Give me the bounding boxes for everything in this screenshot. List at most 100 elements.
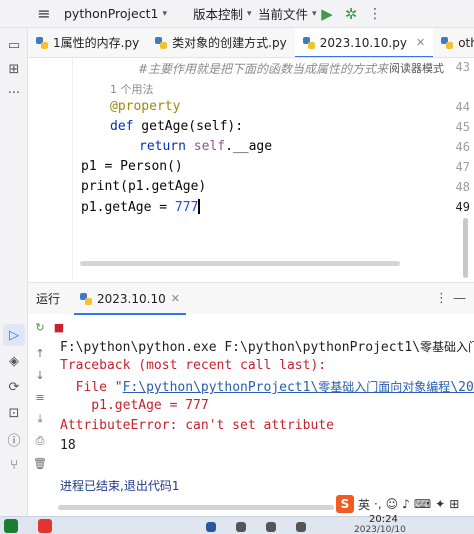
run-tool-icon[interactable]: ▷ [3, 324, 25, 346]
punctuation-icon[interactable]: ·, [374, 497, 382, 511]
tab-file-2[interactable]: 类对象的创建方式.py [147, 28, 295, 57]
line-number-current: 49 [455, 200, 470, 214]
scroll-to-end-icon[interactable]: ⤓ [31, 410, 49, 428]
line-number: 48 [455, 180, 470, 194]
minimize-icon[interactable]: — [453, 291, 466, 306]
folder-icon[interactable]: ▭ [3, 34, 25, 56]
left-tool-strip: ▭ ⊞ ··· ▷ ◈ ⟳ ⊡ ⓘ ⑂ [0, 28, 28, 516]
tab-label: othe [458, 35, 474, 50]
keyword-self: self [193, 139, 226, 154]
code-comment: #主要作用就是把下面的函数当成属性的方式来 [138, 62, 389, 76]
tray-icon[interactable] [266, 522, 276, 532]
clock-date[interactable]: 2023/10/10 [354, 525, 406, 534]
gutter-divider [72, 58, 73, 280]
run-tab[interactable]: 2023.10.10 ✕ [74, 283, 186, 315]
vertical-scrollbar[interactable] [463, 218, 468, 278]
function-signature: getAge(self): [133, 119, 244, 134]
file-link-cn[interactable]: 零基础入门面向对象编程 [318, 380, 450, 394]
emoji-icon[interactable]: ☺ [386, 497, 399, 511]
git-icon[interactable]: ⑂ [3, 454, 25, 476]
chevron-down-icon: ▾ [247, 8, 252, 19]
line-number: 45 [455, 120, 470, 134]
tray-icon[interactable] [206, 522, 216, 532]
microphone-icon[interactable]: ♪ [402, 497, 410, 511]
os-taskbar: 20:24 2023/10/10 [0, 514, 474, 534]
project-selector[interactable]: pythonProject1 ▾ [64, 6, 167, 21]
keyboard-icon[interactable]: ⌨ [414, 497, 431, 511]
run-panel-header: 运行 2023.10.10 ✕ ⋮ — [28, 282, 474, 315]
print-icon[interactable]: ⎙ [31, 432, 49, 450]
tab-file-4[interactable]: othe [433, 28, 474, 57]
plugins-icon[interactable]: ⊞ [3, 58, 25, 80]
tab-file-1[interactable]: 1属性的内存.py [28, 28, 147, 57]
more-options-icon[interactable]: ⋮ [435, 291, 448, 306]
exit-message: 进程已结束,退出代码1 [60, 479, 180, 493]
main-menu-icon[interactable]: ≡ [30, 0, 58, 28]
run-panel-title: 运行 [36, 292, 61, 306]
services-icon[interactable]: ⟳ [3, 376, 25, 398]
file-prefix: File " [60, 380, 123, 395]
run-icon[interactable]: ▶ [318, 5, 336, 23]
code-return-line: return self.__age [139, 139, 272, 154]
grid-icon[interactable]: ⊞ [449, 497, 459, 511]
traceback-file-line: File "F:\python\pythonProject1\零基础入门面向对象… [60, 378, 474, 395]
tab-label: 类对象的创建方式.py [172, 36, 287, 50]
problems-icon[interactable]: ⓘ [3, 428, 25, 450]
line-number: 47 [455, 160, 470, 174]
soft-wrap-icon[interactable]: ≡ [31, 388, 49, 406]
tray-icon[interactable] [296, 522, 306, 532]
usage-hint[interactable]: 1 个用法 [110, 81, 154, 97]
more-tools-icon[interactable]: ··· [3, 82, 25, 104]
ime-mode[interactable]: 英 [358, 496, 370, 513]
tab-label: 1属性的内存.py [53, 36, 140, 50]
command-path-cn: 零基础入门面 [420, 340, 474, 354]
code-decorator: @property [110, 99, 181, 114]
code-line: print(p1.getAge) [81, 179, 207, 194]
terminal-icon[interactable]: ⊡ [3, 402, 25, 424]
python-file-icon [441, 36, 454, 49]
title-bar: ≡ pythonProject1 ▾ 版本控制 ▾ 当前文件 ▾ ▶ ✲ ⋮ [0, 0, 474, 28]
horizontal-scrollbar[interactable] [80, 261, 400, 266]
ime-logo[interactable]: S [336, 495, 354, 513]
vcs-label: 版本控制 [192, 7, 243, 22]
more-actions-icon[interactable]: ⋮ [366, 5, 384, 23]
tab-label: 2023.10.10.py [319, 35, 407, 50]
code-editor[interactable]: 阅读器模式 43 #主要作用就是把下面的函数当成属性的方式来 1 个用法 44 … [28, 58, 474, 280]
layers-icon[interactable]: ◈ [3, 350, 25, 372]
tray-icon[interactable] [236, 522, 246, 532]
pycharm-taskbar-icon[interactable] [4, 519, 18, 533]
code-line: p1 = Person() [81, 159, 183, 174]
close-icon[interactable]: ✕ [416, 36, 425, 49]
scroll-up-icon[interactable]: ↑ [31, 344, 49, 362]
python-file-icon [36, 36, 48, 49]
line-number: 43 [455, 60, 470, 74]
traceback-code-line: p1.getAge = 777 [60, 398, 209, 413]
app-taskbar-icon[interactable] [38, 519, 52, 533]
keyword-def: def [110, 119, 134, 134]
clock-time[interactable]: 20:24 [369, 514, 398, 525]
chevron-down-icon: ▾ [162, 8, 167, 19]
code-line-current: p1.getAge = 777 [81, 199, 200, 215]
console-output[interactable]: F:\python\python.exe F:\python\pythonPro… [58, 334, 474, 516]
program-output: 18 [60, 438, 76, 453]
traceback-header: Traceback (most recent call last): [60, 358, 327, 373]
clear-all-icon[interactable]: 🗑 [31, 454, 49, 472]
file-link-tail[interactable]: \2023 [450, 380, 474, 395]
console-horizontal-scrollbar[interactable] [58, 505, 334, 510]
debug-icon[interactable]: ✲ [342, 5, 360, 23]
file-link[interactable]: F:\python\pythonProject1\ [123, 380, 319, 395]
text-caret [198, 199, 200, 214]
keyword-return: return [139, 139, 186, 154]
rerun-icon[interactable]: ↻ [31, 318, 49, 336]
line-number: 46 [455, 140, 470, 154]
error-message: AttributeError: can't set attribute [60, 418, 334, 433]
ime-toolbar: S 英 ·, ☺ ♪ ⌨ ✦ ⊞ [336, 493, 474, 515]
tab-file-3[interactable]: 2023.10.10.py ✕ [294, 28, 434, 57]
run-config-selector[interactable]: 当前文件 ▾ [258, 4, 317, 23]
skin-icon[interactable]: ✦ [435, 497, 445, 511]
close-icon[interactable]: ✕ [171, 292, 180, 305]
vcs-menu[interactable]: 版本控制 ▾ [193, 4, 252, 23]
scroll-down-icon[interactable]: ↓ [31, 366, 49, 384]
line-number: 44 [455, 100, 470, 114]
code-def-line: def getAge(self): [110, 119, 243, 134]
